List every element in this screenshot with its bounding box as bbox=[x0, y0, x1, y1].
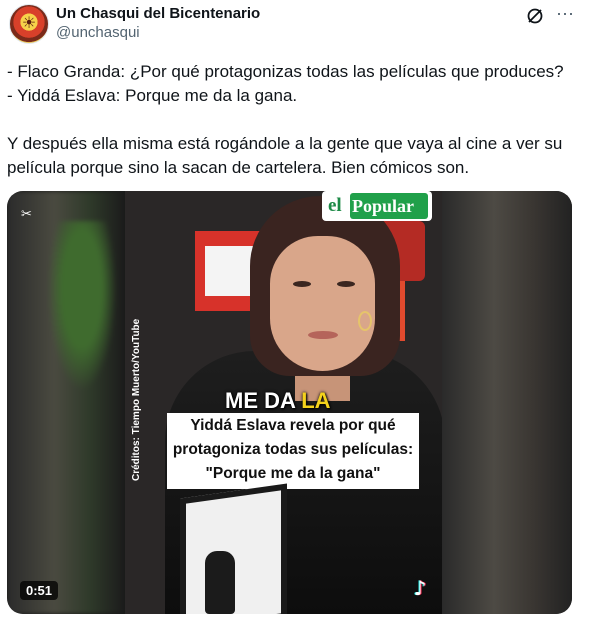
logo-name: Popular bbox=[352, 196, 415, 216]
caption-top: ME DA LA bbox=[225, 388, 331, 413]
logo-prefix: el bbox=[328, 195, 342, 216]
caption-line: Yiddá Eslava revela por qué bbox=[190, 417, 396, 434]
tweet-text: - Flaco Granda: ¿Por qué protagonizas to… bbox=[7, 62, 564, 177]
video-frame: el Popular Créditos: Tiempo Muerto/YouTu… bbox=[125, 191, 442, 614]
video-player[interactable]: el Popular Créditos: Tiempo Muerto/YouTu… bbox=[7, 191, 572, 614]
tiktok-icon: ♪ bbox=[413, 576, 427, 600]
silhouette-figure bbox=[205, 551, 235, 614]
speaker-face bbox=[270, 236, 375, 371]
chasqui-avatar-icon: ☀ bbox=[21, 13, 37, 32]
capcut-icon: ✂ bbox=[21, 207, 32, 222]
author-display-name[interactable]: Un Chasqui del Bicentenario bbox=[56, 5, 260, 22]
author-handle[interactable]: @unchasqui bbox=[56, 24, 140, 41]
video-blur-left bbox=[7, 191, 125, 614]
video-blur-right bbox=[442, 191, 572, 614]
more-options-icon[interactable]: ⋯ bbox=[556, 4, 575, 25]
avatar[interactable]: ☀ bbox=[9, 4, 49, 44]
caption-line: protagoniza todas sus películas: bbox=[172, 441, 414, 458]
grok-icon[interactable] bbox=[526, 7, 544, 25]
video-credit: Créditos: Tiempo Muerto/YouTube bbox=[131, 318, 142, 481]
caption-line: "Porque me da la gana" bbox=[205, 465, 381, 482]
video-duration: 0:51 bbox=[20, 581, 59, 600]
